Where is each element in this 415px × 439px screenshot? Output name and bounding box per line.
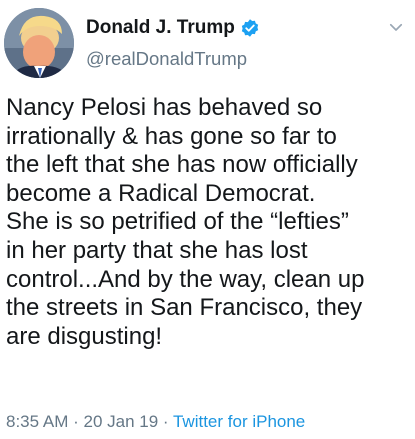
tweet-text: Nancy Pelosi has behaved so irrationally… (6, 94, 365, 350)
display-name-row[interactable]: Donald J. Trump (86, 16, 260, 40)
tweet-date[interactable]: 20 Jan 19 (83, 412, 158, 431)
tweet-card: Donald J. Trump @realDonaldTrump Nancy P… (0, 0, 415, 439)
chevron-down-icon[interactable] (387, 18, 405, 36)
meta-separator: · (68, 412, 84, 431)
display-name[interactable]: Donald J. Trump (86, 17, 235, 39)
user-handle[interactable]: @realDonaldTrump (86, 48, 247, 70)
verified-badge-icon (241, 19, 259, 37)
meta-separator: · (158, 412, 173, 431)
avatar[interactable] (4, 8, 74, 78)
tweet-metadata: 8:35 AM · 20 Jan 19 · Twitter for iPhone (6, 412, 305, 432)
avatar-image (4, 8, 74, 78)
tweet-time[interactable]: 8:35 AM (6, 412, 68, 431)
tweet-source-link[interactable]: Twitter for iPhone (173, 412, 305, 431)
